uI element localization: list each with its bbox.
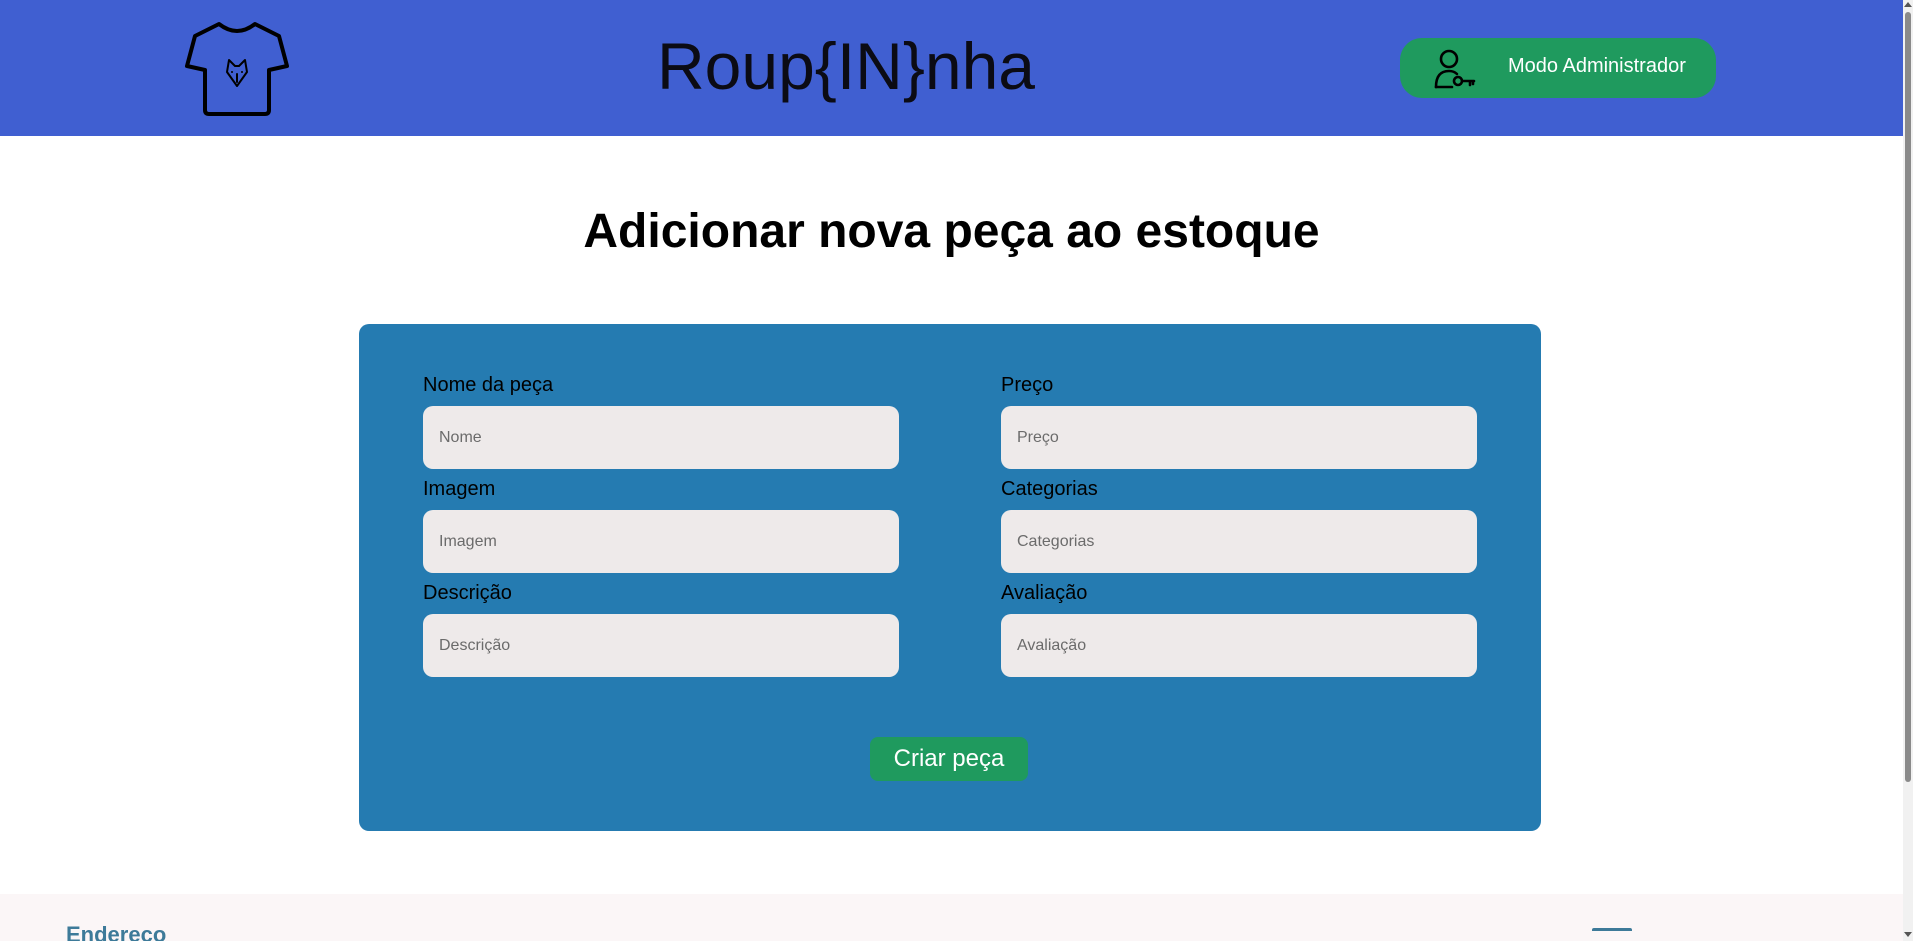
categories-label: Categorias [1001,478,1098,500]
footer-address-heading: Endereço [66,922,167,941]
site-footer: Endereço [0,894,1903,941]
price-label: Preço [1001,374,1054,396]
scrollbar-thumb[interactable] [1905,12,1911,782]
image-input[interactable] [423,510,899,573]
site-header: Roup{IN}nha Modo Administrador [0,0,1903,136]
scroll-up-arrow-icon[interactable] [1904,2,1912,7]
footer-right-heading-fragment [1592,928,1632,937]
image-label: Imagem [423,478,496,500]
add-item-form: Nome da peça Preço Imagem Categorias Des… [359,324,1541,831]
rating-label: Avaliação [1001,582,1088,604]
description-input[interactable] [423,614,899,677]
create-item-button[interactable]: Criar peça [870,737,1028,781]
page: Roup{IN}nha Modo Administrador Adicionar… [0,0,1913,941]
price-input[interactable] [1001,406,1477,469]
admin-mode-label: Modo Administrador [1508,55,1686,77]
rating-input[interactable] [1001,614,1477,677]
user-key-icon [1432,47,1476,91]
categories-input[interactable] [1001,510,1477,573]
vertical-scrollbar[interactable] [1903,0,1913,941]
name-label: Nome da peça [423,374,554,396]
scroll-down-arrow-icon[interactable] [1904,932,1912,937]
name-input[interactable] [423,406,899,469]
page-title: Adicionar nova peça ao estoque [583,205,1320,258]
description-label: Descrição [423,582,512,604]
admin-mode-button[interactable]: Modo Administrador [1400,38,1716,98]
